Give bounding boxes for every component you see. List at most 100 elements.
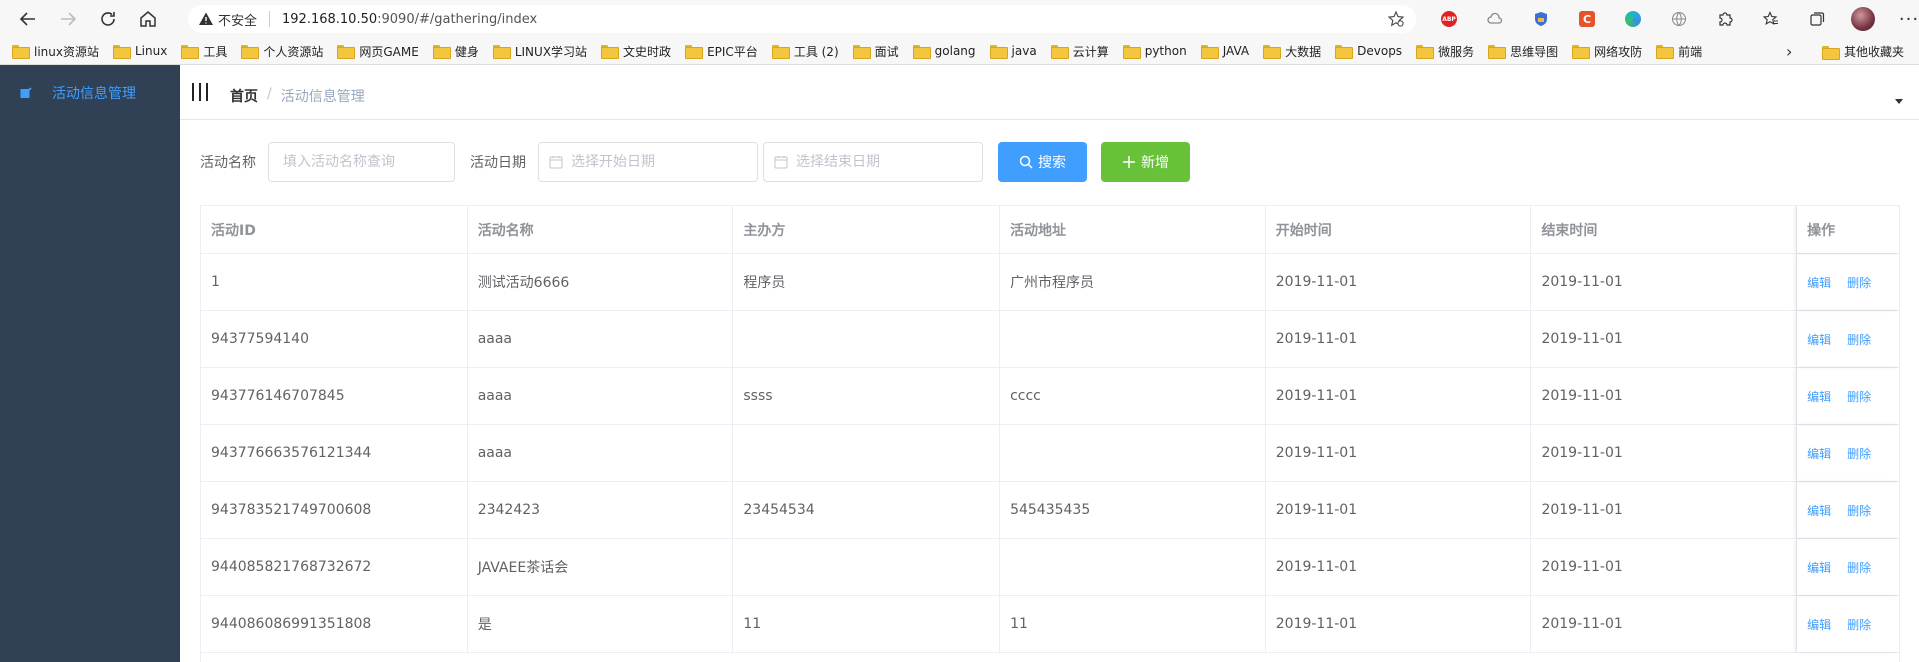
shield-extension[interactable] [1518,0,1564,38]
bookmark-folder[interactable]: Devops [1335,44,1402,59]
activity-name-field[interactable] [268,142,455,182]
bookmark-folder[interactable]: 网络攻防 [1572,43,1642,60]
delete-link[interactable]: 删除 [1847,445,1871,462]
bookmark-label: 工具 [203,44,228,59]
cell-sponsor [733,539,1001,595]
menu-button[interactable]: ··· [1886,0,1919,38]
user-dropdown-caret-icon[interactable] [1895,99,1903,104]
edit-link[interactable]: 编辑 [1807,559,1831,576]
table-header: 活动ID 活动名称 主办方 活动地址 开始时间 结束时间 操作 [201,206,1899,254]
back-button[interactable] [8,0,48,38]
cell-name: 2342423 [468,482,734,538]
extensions-button[interactable] [1702,0,1748,38]
bookmark-folder[interactable]: 大数据 [1263,43,1321,60]
edit-link[interactable]: 编辑 [1807,388,1831,405]
globe-icon [1672,12,1686,26]
bookmark-folder[interactable]: 个人资源站 [241,43,323,60]
cloud-extension[interactable] [1472,0,1518,38]
collections-button[interactable] [1794,0,1840,38]
bookmark-folder[interactable]: EPIC平台 [685,43,758,60]
bookmark-folder[interactable]: 面试 [852,43,899,60]
breadcrumb-home[interactable]: 首页 [230,86,258,106]
edit-link[interactable]: 编辑 [1807,274,1831,291]
bookmark-label: 面试 [874,44,899,59]
delete-link[interactable]: 删除 [1847,559,1871,576]
bookmark-folder[interactable]: golang [912,44,976,59]
c-extension-icon: C [1579,11,1595,27]
forward-button[interactable] [48,0,88,38]
hamburger-icon[interactable] [192,83,208,101]
start-date-picker[interactable] [538,142,758,182]
puzzle-icon [1719,12,1733,26]
activity-name-input[interactable] [283,154,440,170]
globe-extension[interactable] [1656,0,1702,38]
home-button[interactable] [128,0,168,38]
folder-icon [181,45,200,59]
folder-icon [1050,45,1069,59]
folder-icon [1572,45,1591,59]
adblock-extension[interactable]: ABP [1426,0,1472,38]
bookmark-folder[interactable]: 工具 (2) [771,43,839,60]
bookmark-label: java [1011,44,1037,58]
bookmark-folder[interactable]: java [989,44,1037,59]
bookmark-folder[interactable]: Linux [112,44,167,59]
edit-link[interactable]: 编辑 [1807,445,1831,462]
start-date-input[interactable] [571,154,743,170]
bookmark-folder[interactable]: JAVA [1200,44,1249,59]
profile-button[interactable] [1840,0,1886,38]
bookmark-other-folder[interactable]: 其他收藏夹 [1822,38,1904,65]
edit-link[interactable]: 编辑 [1807,616,1831,633]
cell-id: 943783521749700608 [201,482,468,538]
bookmark-folder[interactable]: 微服务 [1416,43,1474,60]
folder-icon [989,45,1008,59]
end-date-input[interactable] [796,154,968,170]
bookmark-folder[interactable]: 工具 [181,43,227,60]
bookmark-folder[interactable]: linux资源站 [12,43,99,60]
cell-id: 943776663576121344 [201,425,468,481]
add-button[interactable]: 新增 [1101,142,1190,182]
folder-icon [1335,45,1354,59]
bookmark-folder[interactable]: 云计算 [1050,43,1109,60]
delete-link[interactable]: 删除 [1847,502,1871,519]
search-button[interactable]: 搜索 [998,142,1087,182]
cell-actions: 编辑 删除 [1797,368,1899,424]
cell-address [1000,539,1266,595]
bookmark-label: LINUX学习站 [514,44,588,59]
cell-sponsor [733,425,1001,481]
bookmarks-overflow-chevron-icon[interactable]: › [1786,42,1792,61]
delete-link[interactable]: 删除 [1847,274,1871,291]
edge-icon [1625,11,1641,27]
cell-sponsor: 程序员 [733,254,1001,310]
search-button-label: 搜索 [1038,155,1066,171]
refresh-button[interactable] [88,0,128,38]
bookmark-folder[interactable]: 网页GAME [337,43,419,60]
bookmark-label: 文史时政 [623,44,672,59]
c-extension[interactable]: C [1564,0,1610,38]
cell-address: 545435435 [1000,482,1266,538]
cell-end: 2019-11-01 [1531,368,1798,424]
delete-link[interactable]: 删除 [1847,388,1871,405]
bookmark-label: 前端 [1678,44,1703,59]
bookmark-folder[interactable]: 前端 [1656,43,1702,60]
bookmark-folder[interactable]: 思维导图 [1488,43,1558,60]
folder-icon [241,45,260,59]
end-date-picker[interactable] [763,142,983,182]
bookmark-folder[interactable]: python [1122,44,1187,59]
bookmark-label: 云计算 [1072,44,1109,59]
favorites-button[interactable] [1748,0,1794,38]
cell-address [1000,311,1266,367]
edit-link[interactable]: 编辑 [1807,502,1831,519]
sidebar-item-gathering[interactable]: 活动信息管理 [0,65,180,121]
bookmark-folder[interactable]: LINUX学习站 [492,43,588,60]
collections-icon [1810,12,1825,26]
delete-link[interactable]: 删除 [1847,616,1871,633]
edit-link[interactable]: 编辑 [1807,331,1831,348]
delete-link[interactable]: 删除 [1847,331,1871,348]
bookmark-label: python [1144,44,1187,58]
favorite-star-icon[interactable] [1388,11,1404,27]
edge-extension[interactable] [1610,0,1656,38]
bookmark-folder[interactable]: 健身 [432,43,479,60]
bookmark-folder[interactable]: 文史时政 [601,43,671,60]
cell-start: 2019-11-01 [1266,368,1532,424]
address-bar[interactable]: 不安全 192.168.10.50:9090/#/gathering/index [188,5,1416,33]
